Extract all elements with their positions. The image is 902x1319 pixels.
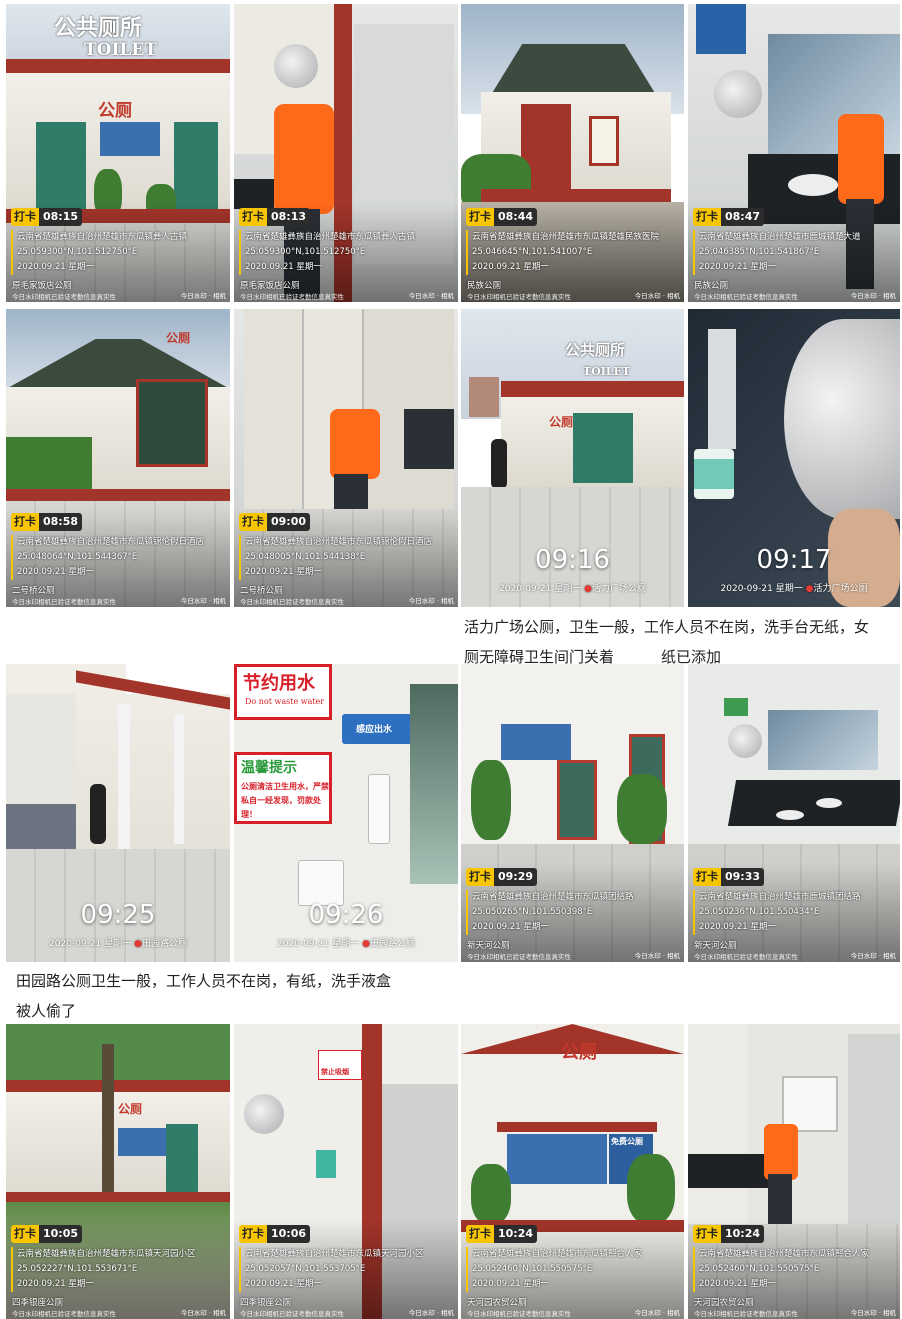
watermark-stamp: 打卡 10:05 云南省楚雄彝族自治州楚雄市东瓜镇天河园小区 25.052227°N… bbox=[6, 1219, 230, 1319]
photo-xintianhe-lobby-0929: 打卡 09:29 云南省楚雄彝族自治州楚雄市东瓜镇团结路 25.050265°N,1… bbox=[461, 664, 684, 962]
photo-xintianhe-sinks-0933: 打卡 09:33 云南省楚雄彝族自治州楚雄市鹿城镇团结路 25.050236°N,1… bbox=[688, 664, 900, 962]
photo-tianheyuan-board-1024: 公厕 免费公厕 打卡 10:24 云南省楚雄彝族自治州楚雄市东瓜镇熙合人家 25.0… bbox=[461, 1024, 684, 1319]
watermark-stamp: 打卡 09:33 云南省楚雄彝族自治州楚雄市鹿城镇团结路 25.050236°N,1… bbox=[688, 862, 900, 962]
photo-erhaoqiao-toilet-0858: 公厕 打卡 08:58 云南省楚雄彝族自治州楚雄市东瓜镇锦伦假日酒店 25.0480… bbox=[6, 309, 230, 607]
photo-dispenser-0917: 09:17 2020-09-21 星期一 ●活力广场公厕 bbox=[688, 309, 900, 607]
big-time: 09:17 bbox=[756, 545, 832, 575]
watermark-stamp: 打卡 09:00 云南省楚雄彝族自治州楚雄市东瓜镇锦伦假日酒店 25.048005°… bbox=[234, 507, 458, 607]
sub-time: 2020-09-21 星期一 ●活力广场公厕 bbox=[499, 584, 646, 594]
gongce-sign: 公厕 bbox=[561, 1042, 597, 1063]
watermark-stamp: 打卡 08:15 云南省楚雄彝族自治州楚雄市东瓜镇彝人古镇 25.059300°N,… bbox=[6, 202, 230, 302]
photo-toilet-0815: 公共厕所 TOILET 公厕 打卡 08:15 云南省楚雄彝族自治州楚雄市东瓜镇彝… bbox=[6, 4, 230, 302]
sub-time: 2020-09-21 星期一 ●活力广场公厕 bbox=[720, 584, 868, 594]
sub-time: 2020-09-21 星期一 ●田园路公厕 bbox=[277, 939, 415, 949]
gongce-sign: 公厕 bbox=[549, 415, 574, 429]
watermark-stamp: 打卡 08:13 云南省楚雄彝族自治州楚雄市东瓜镇彝人古镇 25.059300°N,… bbox=[234, 202, 458, 302]
big-time: 09:26 bbox=[308, 900, 384, 930]
gongce-sign: 公厕 bbox=[166, 331, 191, 345]
watermark-stamp: 打卡 10:24 云南省楚雄彝族自治州楚雄市东瓜镇熙合人家 25.052460°N,… bbox=[461, 1219, 684, 1319]
watermark-stamp: 打卡 08:47 云南省楚雄彝族自治州楚雄市鹿城镇楚大道 25.046385°N,1… bbox=[688, 202, 900, 302]
gongce-sign: 公厕 bbox=[98, 101, 132, 121]
photo-cleaner-sink-0813: 打卡 08:13 云南省楚雄彝族自治州楚雄市东瓜镇彝人古镇 25.059300°N,… bbox=[234, 4, 458, 302]
photo-tianheyuan-cleaner-1024: 打卡 10:24 云南省楚雄彝族自治州楚雄市东瓜镇熙合人家 25.052460°N,… bbox=[688, 1024, 900, 1319]
toilet-sign-cn: 公共厕所 bbox=[565, 341, 626, 359]
caption-tianyuan: 田园路公厕卫生一般，工作人员不在岗，有纸，洗手液盒 被人偷了 bbox=[16, 972, 392, 1020]
warm-tip-sign: 温馨提示 公厕清洁卫生用水，严禁私自一经发现，罚款处理！ bbox=[234, 752, 332, 824]
toilet-sign-cn: 公共厕所 bbox=[54, 15, 143, 41]
watermark-stamp: 打卡 09:29 云南省楚雄彝族自治州楚雄市东瓜镇团结路 25.050265°N,1… bbox=[461, 862, 684, 962]
toilet-sign-en: TOILET bbox=[583, 365, 631, 378]
watermark-stamp: 打卡 08:58 云南省楚雄彝族自治州楚雄市东瓜镇锦伦假日酒店 25.048064°… bbox=[6, 507, 230, 607]
photo-tianyuan-corridor-0925: 09:25 2020-09-21 星期一 ●田园路公厕 bbox=[6, 664, 230, 962]
big-time: 09:16 bbox=[535, 545, 610, 575]
save-water-sign: 节约用水 Do not waste water bbox=[234, 664, 332, 720]
photo-cleaner-mirror-0847: 打卡 08:47 云南省楚雄彝族自治州楚雄市鹿城镇楚大道 25.046385°N,1… bbox=[688, 4, 900, 302]
watermark-stamp: 打卡 08:44 云南省楚雄彝族自治州楚雄市东瓜镇楚雄民族医院 25.046645°… bbox=[461, 202, 684, 302]
no-smoking-sign: 禁止吸烟 bbox=[318, 1050, 362, 1080]
gongce-sign: 公厕 bbox=[118, 1102, 143, 1116]
photo-cleaner-mop-0900: 打卡 09:00 云南省楚雄彝族自治州楚雄市东瓜镇锦伦假日酒店 25.048005°… bbox=[234, 309, 458, 607]
watermark-stamp: 打卡 10:24 云南省楚雄彝族自治州楚雄市东瓜镇熙合人家 25.052460°N,… bbox=[688, 1219, 900, 1319]
photo-minzu-toilet-0844: 打卡 08:44 云南省楚雄彝族自治州楚雄市东瓜镇楚雄民族医院 25.046645°… bbox=[461, 4, 684, 302]
photo-siji-toilet-1005: 公厕 打卡 10:05 云南省楚雄彝族自治州楚雄市东瓜镇天河园小区 25.05222… bbox=[6, 1024, 230, 1319]
caption-huoli: 活力广场公厕，卫生一般，工作人员不在岗，洗手台无纸，女 厕无障碍卫生间门关着 纸已… bbox=[464, 618, 870, 666]
location-pin-icon: ● bbox=[134, 939, 142, 949]
sub-time: 2020-09-21 星期一 ●田园路公厕 bbox=[49, 939, 187, 949]
toilet-sign-en: TOILET bbox=[84, 40, 157, 60]
sensor-sign: 感应出水 bbox=[342, 714, 412, 744]
photo-sign-wall-0926: 节约用水 Do not waste water 感应出水 温馨提示 公厕清洁卫生… bbox=[234, 664, 458, 962]
watermark-stamp: 打卡 10:06 云南省楚雄彝族自治州楚雄市东瓜镇天河园小区 25.052057°N… bbox=[234, 1219, 458, 1319]
location-pin-icon: ● bbox=[584, 584, 592, 594]
big-time: 09:25 bbox=[80, 900, 156, 930]
location-pin-icon: ● bbox=[362, 939, 370, 949]
photo-huoli-toilet-0916: 公共厕所 TOILET 公厕 09:16 2020-09-21 星期一 ●活力广… bbox=[461, 309, 684, 607]
photo-siji-interior-1006: 禁止吸烟 打卡 10:06 云南省楚雄彝族自治州楚雄市东瓜镇天河园小区 25.052… bbox=[234, 1024, 458, 1319]
